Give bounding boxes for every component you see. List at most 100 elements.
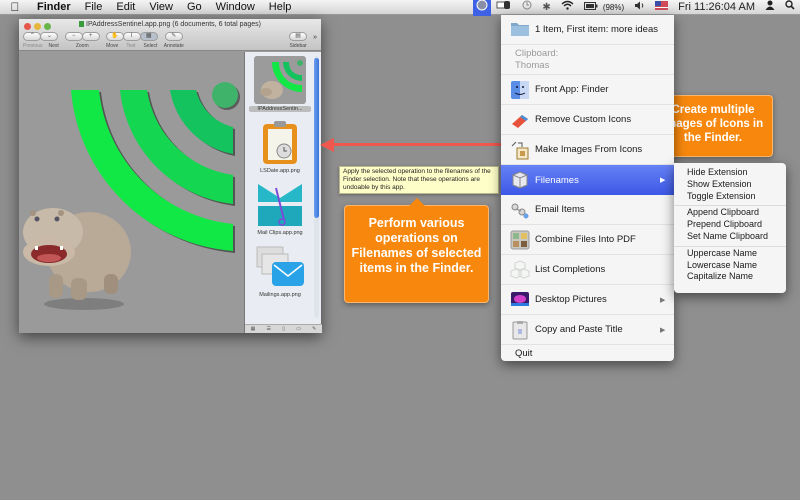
menu-item-label: Filenames [535, 174, 579, 186]
submenu-append-clipboard[interactable]: Append Clipboard [687, 207, 786, 219]
next-button[interactable]: ⌄ [40, 32, 59, 41]
menu-go[interactable]: Go [180, 0, 209, 15]
volume-icon[interactable] [629, 0, 650, 15]
submenu-hide-extension[interactable]: Hide Extension [687, 167, 786, 179]
text-tool-button[interactable]: I [122, 32, 141, 41]
menu-item-make-images[interactable]: Make Images From Icons [501, 135, 674, 165]
menu-bar:  Finder File Edit View Go Window Help ✱… [0, 0, 800, 16]
menu-item-clipboard: Clipboard: Thomas [501, 45, 674, 75]
images-icon [510, 140, 530, 160]
menu-finder[interactable]: Finder [30, 0, 78, 15]
menu-item-email-items[interactable]: Email Items [501, 195, 674, 225]
select-tool-button[interactable]: ▦ [139, 32, 158, 41]
next-label: Next [48, 43, 59, 49]
move-label: Move [106, 43, 119, 49]
battery-icon[interactable] [579, 0, 603, 15]
submenu-prepend-clipboard[interactable]: Prepend Clipboard [687, 219, 786, 231]
hippo-mascot [23, 208, 131, 310]
move-tool-button[interactable]: ✋ [105, 32, 124, 41]
flag-icon[interactable] [650, 0, 673, 15]
view-toggle-icon[interactable]: ▦ [251, 326, 256, 332]
filenames-submenu: Hide Extension Show Extension Toggle Ext… [674, 163, 786, 293]
apple-icon[interactable]:  [0, 0, 30, 14]
zoom-group: − + Zoom [64, 32, 100, 49]
thumbnail-caption: IPAddressSentin... [249, 106, 311, 112]
previous-label: Previous [23, 43, 43, 49]
desktop-icon [510, 290, 530, 310]
app-menu-icon[interactable] [473, 0, 492, 16]
submenu-arrow-icon: ▶ [660, 177, 666, 184]
menu-item-label: Make Images From Icons [535, 144, 643, 155]
signal-dot [212, 82, 238, 108]
menu-item-selection-info[interactable]: 1 Item, First item: more ideas [501, 15, 674, 45]
thumbnail-view-icon[interactable]: ▯ [282, 326, 285, 332]
menu-item-label: Remove Custom Icons [535, 114, 632, 125]
annotate-button[interactable]: ✎ [164, 32, 183, 41]
wifi-icon[interactable] [556, 0, 579, 15]
scrollbar-thumb[interactable] [314, 58, 319, 218]
display-icon[interactable] [491, 0, 517, 15]
menu-item-label: Combine Files Into PDF [535, 234, 636, 245]
annotate-group: ✎ Annotate [164, 32, 184, 49]
tooltip: Apply the selected operation to the file… [339, 166, 499, 194]
toolbar-overflow-icon[interactable]: » [313, 34, 317, 41]
sidebar-scrollbar[interactable] [314, 56, 319, 318]
thumbnail-caption: LSDate.app.png [260, 168, 300, 174]
submenu-show-extension[interactable]: Show Extension [687, 179, 786, 191]
thumbnail-ipaddresssentinel[interactable]: IPAddressSentin... [249, 56, 311, 112]
time-machine-icon[interactable] [517, 0, 537, 15]
menu-item-filenames[interactable]: Filenames ▶ [501, 165, 674, 195]
menu-item-label: List Completions [535, 264, 606, 275]
finder-icon [510, 80, 530, 100]
menu-item-desktop-pictures[interactable]: Desktop Pictures ▶ [501, 285, 674, 315]
annotate-label: Annotate [163, 43, 184, 49]
tools-group: ✋ I ▦ Move Text Select [105, 32, 158, 49]
filenames-icon [510, 170, 530, 190]
menu-item-combine-pdf[interactable]: Combine Files Into PDF [501, 225, 674, 255]
text-label: Text [126, 43, 136, 49]
menu-item-label: 1 Item, First item: more ideas [535, 24, 659, 35]
thumbnail-caption: Mailings.app.png [259, 292, 301, 298]
callout-filenames: Perform various operations on Filenames … [344, 198, 489, 303]
menu-help[interactable]: Help [262, 0, 299, 15]
sheet-view-icon[interactable]: ▭ [296, 326, 301, 332]
thumbnail-mailings[interactable]: Mailings.app.png [249, 242, 311, 298]
submenu-capitalize-name[interactable]: Capitalize Name [687, 271, 786, 283]
submenu-lowercase-name[interactable]: Lowercase Name [687, 260, 786, 272]
zoom-in-button[interactable]: + [81, 32, 100, 41]
list-icon [510, 259, 530, 280]
spotlight-icon[interactable] [780, 0, 800, 15]
thumbnail-image [254, 118, 306, 166]
user-icon[interactable] [760, 0, 780, 15]
menu-item-copy-paste-title[interactable]: Copy and Paste Title ▶ [501, 315, 674, 345]
submenu-toggle-extension[interactable]: Toggle Extension [687, 191, 786, 203]
edit-icon[interactable]: ✎ [312, 326, 316, 332]
clipboard-value: Thomas [515, 59, 550, 71]
menu-item-quit[interactable]: Quit [501, 345, 674, 361]
menu-edit[interactable]: Edit [109, 0, 142, 15]
submenu-set-name-clipboard[interactable]: Set Name Clipboard [687, 231, 786, 243]
menu-window[interactable]: Window [209, 0, 262, 15]
menu-item-front-app[interactable]: Front App: Finder [501, 75, 674, 105]
sidebar-button[interactable]: ▤ [289, 32, 308, 41]
previous-button[interactable]: ⌃ [23, 32, 42, 41]
submenu-group-case: Uppercase Name Lowercase Name Capitalize… [674, 247, 786, 286]
thumbnail-lsdate[interactable]: LSDate.app.png [249, 118, 311, 174]
battery-percent: (98%) [602, 3, 625, 12]
menu-item-list-completions[interactable]: List Completions [501, 255, 674, 285]
list-view-icon[interactable]: ☰ [267, 326, 271, 332]
document-canvas[interactable] [19, 52, 243, 333]
menu-item-remove-custom-icons[interactable]: Remove Custom Icons [501, 105, 674, 135]
thumbnail-mailclips[interactable]: Mail Clips.app.png [249, 180, 311, 236]
clock[interactable]: Fri 11:26:04 AM [673, 0, 760, 15]
clipboard-icon [510, 320, 530, 340]
window-titlebar[interactable]: IPAddressSentinel.app.png (6 documents, … [19, 19, 321, 51]
menu-view[interactable]: View [142, 0, 180, 15]
thumbnail-image [254, 242, 306, 290]
submenu-uppercase-name[interactable]: Uppercase Name [687, 248, 786, 260]
thumbnail-sidebar: IPAddressSentin... LSDate.app.png Mail C… [244, 52, 322, 333]
menu-file[interactable]: File [78, 0, 110, 15]
bluetooth-icon[interactable]: ✱ [537, 0, 555, 15]
zoom-out-button[interactable]: − [64, 32, 83, 41]
pointer-arrow-line [330, 143, 504, 146]
